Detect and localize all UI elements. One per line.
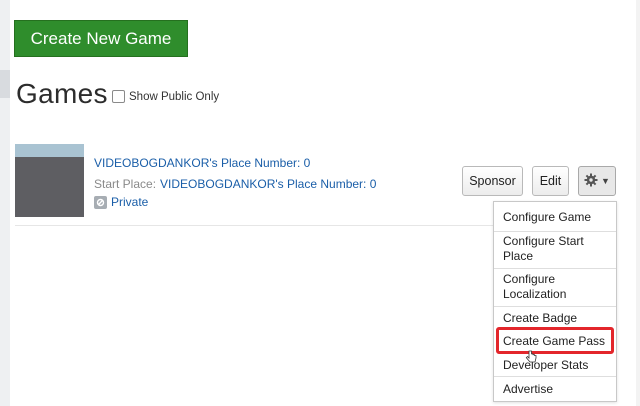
create-new-game-button[interactable]: Create New Game (14, 20, 188, 57)
chevron-down-icon: ▼ (601, 176, 610, 186)
settings-menu-button[interactable]: ▼ (578, 166, 616, 196)
start-place-row: Start Place: VIDEOBOGDANKOR's Place Numbe… (94, 177, 376, 191)
privacy-status: Private (94, 195, 148, 209)
sponsor-button[interactable]: Sponsor (462, 166, 523, 196)
menu-divider (494, 268, 616, 269)
menu-divider (494, 306, 616, 307)
left-gutter-marker (0, 70, 10, 98)
menu-item-create-badge[interactable]: Create Badge (503, 311, 577, 326)
menu-divider (494, 231, 616, 232)
menu-item-label-line2: Place (503, 249, 534, 263)
menu-item-label-line2: Localization (503, 287, 567, 301)
menu-item-label-line1: Configure Start (503, 234, 584, 248)
pointer-cursor-icon (525, 350, 537, 364)
menu-divider (494, 376, 616, 377)
show-public-label: Show Public Only (129, 90, 220, 103)
game-thumbnail[interactable] (15, 144, 84, 217)
row-divider (15, 225, 505, 226)
menu-item-configure-localization[interactable]: Configure Localization (503, 272, 566, 302)
menu-item-advertise[interactable]: Advertise (503, 382, 553, 397)
start-place-label: Start Place: (94, 177, 157, 191)
privacy-label: Private (111, 195, 149, 209)
show-public-only-toggle[interactable]: Show Public Only (112, 90, 219, 103)
gear-icon (584, 173, 598, 190)
thumbnail-sky (15, 144, 84, 157)
page-title: Games (16, 78, 108, 109)
left-gutter (0, 0, 10, 406)
private-icon (94, 195, 107, 209)
menu-item-configure-game[interactable]: Configure Game (503, 210, 591, 225)
settings-dropdown-menu: Configure Game Configure Start Place Con… (493, 201, 617, 402)
games-page: Create New Game Games Show Public Only V… (0, 0, 640, 406)
start-place-link[interactable]: VIDEOBOGDANKOR's Place Number: 0 (160, 177, 376, 191)
menu-item-create-game-pass[interactable]: Create Game Pass (503, 334, 605, 349)
show-public-checkbox[interactable] (112, 90, 125, 103)
menu-item-label-line1: Configure (503, 272, 556, 286)
edit-button[interactable]: Edit (532, 166, 569, 196)
game-title-link[interactable]: VIDEOBOGDANKOR's Place Number: 0 (94, 156, 310, 170)
menu-item-developer-stats[interactable]: Developer Stats (503, 358, 588, 373)
right-gutter (636, 0, 640, 406)
menu-item-configure-start-place[interactable]: Configure Start Place (503, 234, 584, 264)
